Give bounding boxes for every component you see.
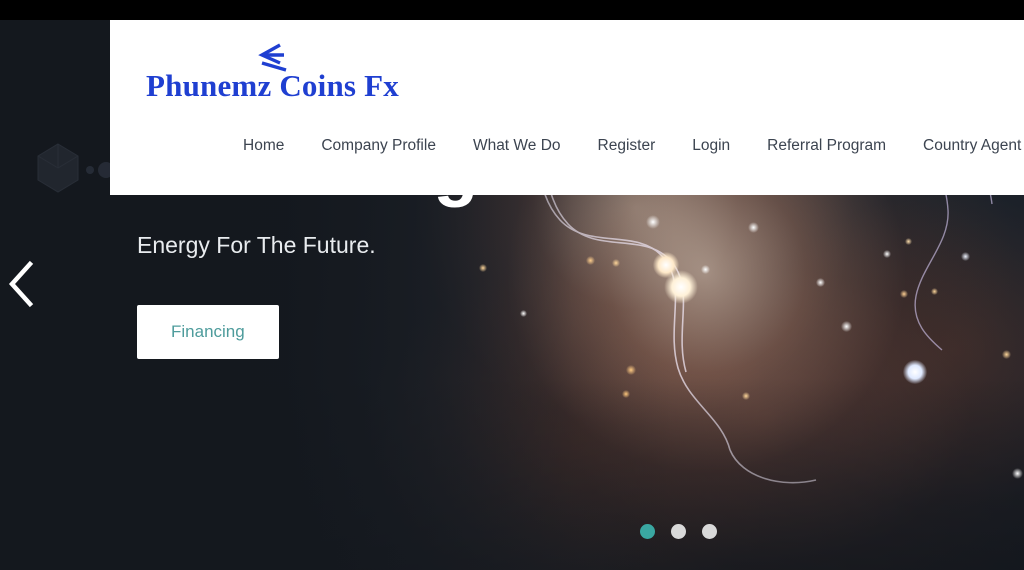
viewport-top-bar bbox=[0, 0, 1024, 20]
brand-name: Phunemz Coins Fx bbox=[146, 68, 399, 103]
carousel-dot-3[interactable] bbox=[702, 524, 717, 539]
carousel-dot-1[interactable] bbox=[640, 524, 655, 539]
site-header: Phunemz Coins Fx Home Company Profile Wh… bbox=[110, 20, 1024, 195]
carousel-prev-arrow-icon[interactable] bbox=[4, 258, 38, 310]
brand-logo[interactable]: Phunemz Coins Fx bbox=[128, 28, 428, 120]
nav-item-register[interactable]: Register bbox=[598, 138, 656, 154]
main-navigation: Home Company Profile What We Do Register… bbox=[110, 138, 1024, 154]
carousel-dots bbox=[640, 524, 717, 539]
nav-item-company-profile[interactable]: Company Profile bbox=[321, 138, 436, 154]
carousel-dot-2[interactable] bbox=[671, 524, 686, 539]
page-root: Financing Energy For The Future. Financi… bbox=[0, 0, 1024, 570]
nav-item-what-we-do[interactable]: What We Do bbox=[473, 138, 561, 154]
nav-item-country-agent[interactable]: Country Agent bbox=[923, 138, 1021, 154]
hero-subtitle: Energy For The Future. bbox=[137, 232, 376, 258]
nav-item-home[interactable]: Home bbox=[243, 138, 284, 154]
nav-item-referral-program[interactable]: Referral Program bbox=[767, 138, 886, 154]
hero-cta-button[interactable]: Financing bbox=[137, 305, 279, 359]
nav-item-login[interactable]: Login bbox=[692, 138, 730, 154]
